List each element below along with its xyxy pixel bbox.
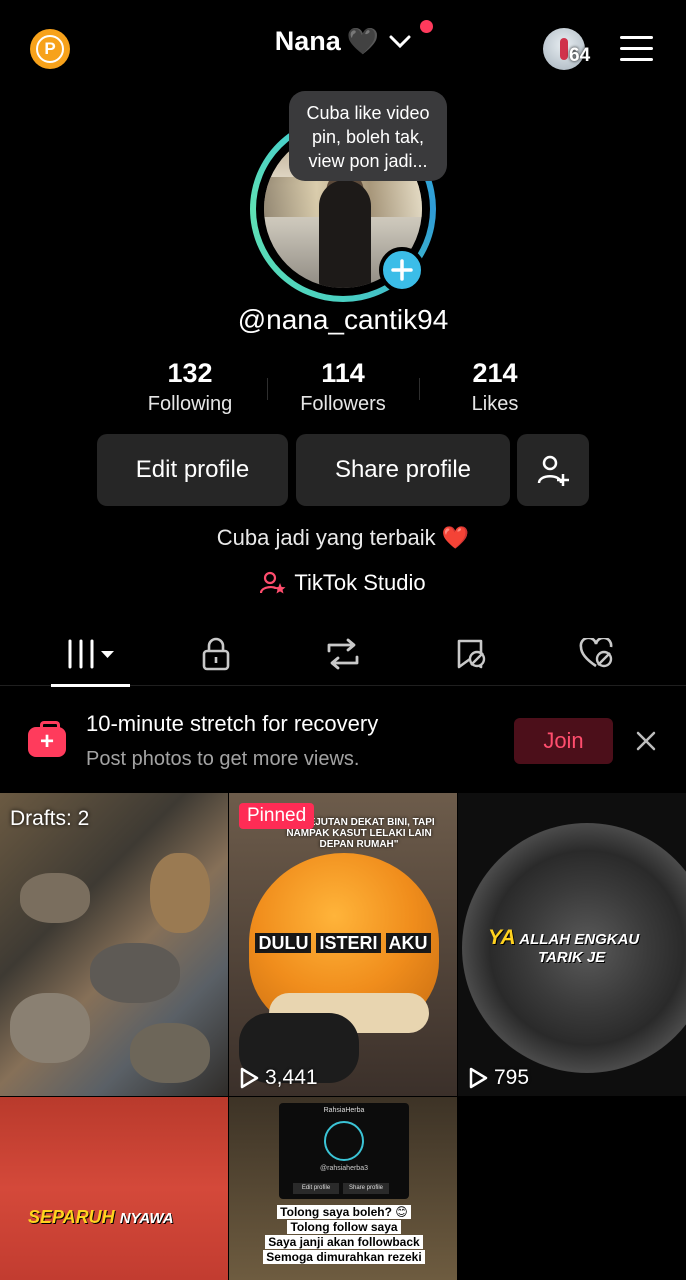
video-tile[interactable]: "GI KEJUTAN DEKAT BINI, TAPI NAMPAK KASU… [229, 793, 457, 1096]
caption-line: Semoga dimurahkan rezeki [263, 1250, 425, 1264]
repost-icon [327, 638, 359, 670]
following-count: 132 [167, 358, 213, 388]
stat-divider [267, 378, 268, 400]
grid-icon [68, 639, 114, 669]
top-bar: P Nana 🖤 64 [0, 0, 686, 96]
content-tabs [0, 624, 686, 687]
pinned-badge: Pinned [239, 803, 315, 829]
tab-reposts[interactable] [313, 634, 373, 674]
notification-dot [420, 20, 434, 33]
video-tile[interactable]: RahsiaHerba @rahsiaherba3 Edit profile S… [229, 1097, 457, 1280]
likes-count: 214 [472, 358, 518, 388]
play-icon [469, 1067, 488, 1089]
mini-handle: @rahsiaherba3 [320, 1165, 368, 1172]
mini-profile-screenshot: RahsiaHerba @rahsiaherba3 Edit profile S… [279, 1103, 409, 1199]
chevron-down-icon [389, 35, 411, 48]
bio: Cuba jadi yang terbaik ❤️ [0, 525, 686, 551]
caption-line: Tolong saya boleh? 😊 [277, 1205, 411, 1219]
tab-liked[interactable] [567, 634, 627, 674]
caption-highlight: YA [488, 926, 516, 949]
lock-icon [202, 637, 230, 671]
promo-banner[interactable]: + 10-minute stretch for recovery Post ph… [0, 687, 686, 793]
studio-icon [260, 571, 286, 594]
play-count-value: 3,441 [265, 1066, 318, 1089]
caption-highlight: SEPARUH [28, 1207, 115, 1227]
play-count-value: 795 [494, 1066, 530, 1089]
video-tile[interactable]: SEPARUH NYAWA [0, 1097, 228, 1280]
following-stat[interactable]: 132 Following [115, 358, 265, 416]
video-caption-main: DULU ISTERI AKU [229, 933, 457, 954]
mini-edit: Edit profile [293, 1183, 339, 1194]
edit-profile-button[interactable]: Edit profile [97, 434, 288, 506]
add-story-button[interactable] [379, 247, 425, 293]
join-button[interactable]: Join [514, 718, 613, 764]
profile-handle: @nana_cantik94 [237, 304, 449, 335]
video-caption: SEPARUH NYAWA [28, 1207, 174, 1228]
add-user-icon [537, 455, 569, 486]
video-caption: YA ALLAH ENGKAU TARIK JE [488, 926, 640, 967]
close-icon[interactable] [634, 729, 658, 753]
video-caption: Tolong saya boleh? 😊 Tolong follow saya … [249, 1205, 439, 1265]
promo-title: 10-minute stretch for recovery [86, 711, 379, 736]
followers-label: Followers [300, 393, 386, 415]
heart-hidden-icon [579, 638, 613, 668]
caption-text: NYAWA [119, 1210, 174, 1227]
following-label: Following [147, 393, 233, 415]
stat-divider [419, 378, 420, 400]
note-bubble[interactable]: Cuba like video pin, boleh tak, view pon… [289, 91, 447, 181]
caption-word: AKU [385, 933, 431, 953]
studio-label: TikTok Studio [294, 570, 426, 595]
caption-text: ALLAH ENGKAU [519, 931, 640, 948]
likes-label: Likes [471, 393, 519, 415]
first-aid-icon: + [28, 721, 66, 757]
share-profile-button[interactable]: Share profile [296, 434, 510, 506]
plus-icon [391, 259, 413, 281]
video-tile[interactable]: YA ALLAH ENGKAU TARIK JE 795 [458, 793, 686, 1096]
tiktok-studio-link[interactable]: TikTok Studio [0, 570, 686, 596]
likes-stat[interactable]: 214 Likes [420, 358, 570, 416]
play-count: 795 [468, 1066, 529, 1090]
caption-line: Saya janji akan followback [265, 1235, 423, 1249]
mini-share: Share profile [343, 1183, 389, 1194]
tab-videos[interactable] [60, 634, 120, 674]
drafts-label: Drafts: 2 [10, 807, 90, 830]
play-count: 3,441 [239, 1066, 318, 1090]
caption-text-line2: TARIK JE [538, 949, 606, 966]
bio-emoji: ❤️ [441, 525, 470, 550]
username-emoji: 🖤 [346, 26, 380, 56]
tab-favorites[interactable] [441, 634, 501, 674]
followers-count: 114 [321, 358, 365, 388]
username-title: Nana [274, 26, 341, 56]
profile-stats: 132 Following 114 Followers 214 Likes [0, 358, 686, 428]
play-icon [240, 1067, 259, 1089]
caption-word: DULU [255, 933, 312, 953]
caption-word: ISTERI [316, 933, 381, 953]
bookmark-icon [457, 639, 486, 669]
bio-text: Cuba jadi yang terbaik [216, 525, 436, 550]
promo-subtitle: Post photos to get more views. [86, 748, 360, 770]
caption-line: Tolong follow saya [287, 1220, 401, 1234]
mini-title: RahsiaHerba [323, 1107, 365, 1114]
add-friends-button[interactable] [517, 434, 589, 506]
followers-stat[interactable]: 114 Followers [268, 358, 418, 416]
tab-private[interactable] [186, 634, 246, 674]
drafts-tile[interactable]: Drafts: 2 [0, 793, 228, 1096]
menu-icon[interactable] [620, 36, 653, 69]
avatar-count: 64 [569, 45, 591, 66]
